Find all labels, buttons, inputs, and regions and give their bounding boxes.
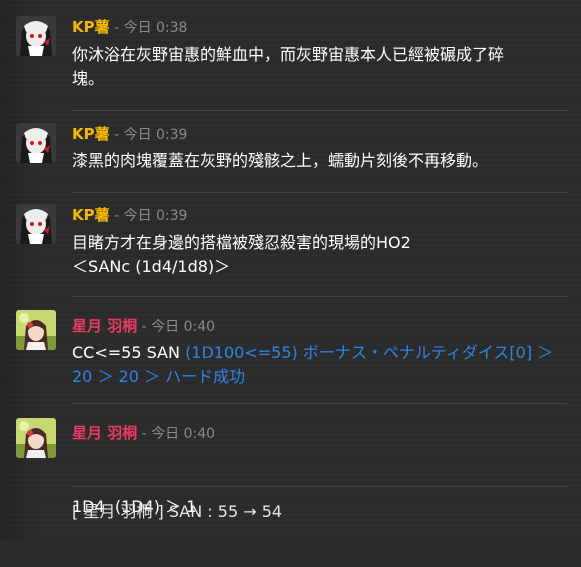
message-line: 目睹方才在身邊的搭檔被殘忍殺害的現場的HO2 [72,233,411,252]
username[interactable]: KP薯 [72,206,110,224]
timestamp-separator: - [109,127,124,143]
message-divider [72,403,567,404]
username[interactable]: KP薯 [72,125,110,143]
dice-result: (1D100<=55) ボーナス・ペナルティダイス[0] ＞ [185,343,554,362]
avatar-hoshi[interactable] [16,418,56,458]
message-divider [72,486,567,487]
message-line: 你沐浴在灰野宙惠的鮮血中，而灰野宙惠本人已經被碾成了碎 [72,45,505,64]
avatar-hoshi[interactable] [16,310,56,350]
username[interactable]: 星月 羽桐 [72,317,137,335]
message-header: 星月 羽桐 - 今日 0:40 [72,316,215,337]
username[interactable]: KP薯 [72,18,110,36]
message-divider [72,110,567,111]
message-divider [72,296,567,297]
system-message-san-change: [ 星月 羽桐 ] SAN : 55 → 54 [72,502,283,521]
chat-log: KP薯 - 今日 0:38 你沐浴在灰野宙惠的鮮血中，而灰野宙惠本人已經被碾成了… [0,0,581,541]
message-content: CC<=55 SAN (1D100<=55) ボーナス・ペナルティダイス[0] … [72,341,569,389]
message-header: KP薯 - 今日 0:39 [72,124,187,145]
timestamp-separator: - [137,319,152,335]
avatar-kp[interactable] [16,123,56,163]
message-header: KP薯 - 今日 0:39 [72,205,187,226]
timestamp: 今日 0:40 [151,319,216,335]
username[interactable]: 星月 羽桐 [72,424,137,442]
message-line: ＜SANc (1d4/1d8)＞ [72,257,231,276]
message-header: 星月 羽桐 - 今日 0:40 [72,423,215,444]
timestamp: 今日 0:40 [151,426,216,442]
message-line: 塊。 [72,69,105,88]
timestamp-separator: - [109,20,124,36]
message-content: 漆黑的肉塊覆蓋在灰野的殘骸之上，蠕動片刻後不再移動。 [72,149,569,173]
timestamp: 今日 0:39 [123,127,188,143]
message-line: 漆黑的肉塊覆蓋在灰野的殘骸之上，蠕動片刻後不再移動。 [72,151,489,170]
avatar-kp[interactable] [16,204,56,244]
dice-result: 20 ＞ 20 ＞ ハード成功 [72,367,246,386]
dice-command: CC<=55 SAN [72,343,186,362]
message-header: KP薯 - 今日 0:38 [72,17,187,38]
timestamp-separator: - [137,426,152,442]
timestamp: 今日 0:39 [123,208,188,224]
message-content: 你沐浴在灰野宙惠的鮮血中，而灰野宙惠本人已經被碾成了碎 塊。 [72,43,569,91]
message-content: 目睹方才在身邊的搭檔被殘忍殺害的現場的HO2 ＜SANc (1d4/1d8)＞ [72,231,569,279]
timestamp: 今日 0:38 [123,20,188,36]
avatar-kp[interactable] [16,16,56,56]
dice-line: CC<=55 SAN (1D100<=55) ボーナス・ペナルティダイス[0] … [72,341,569,365]
timestamp-separator: - [109,208,124,224]
message-divider [72,192,567,193]
